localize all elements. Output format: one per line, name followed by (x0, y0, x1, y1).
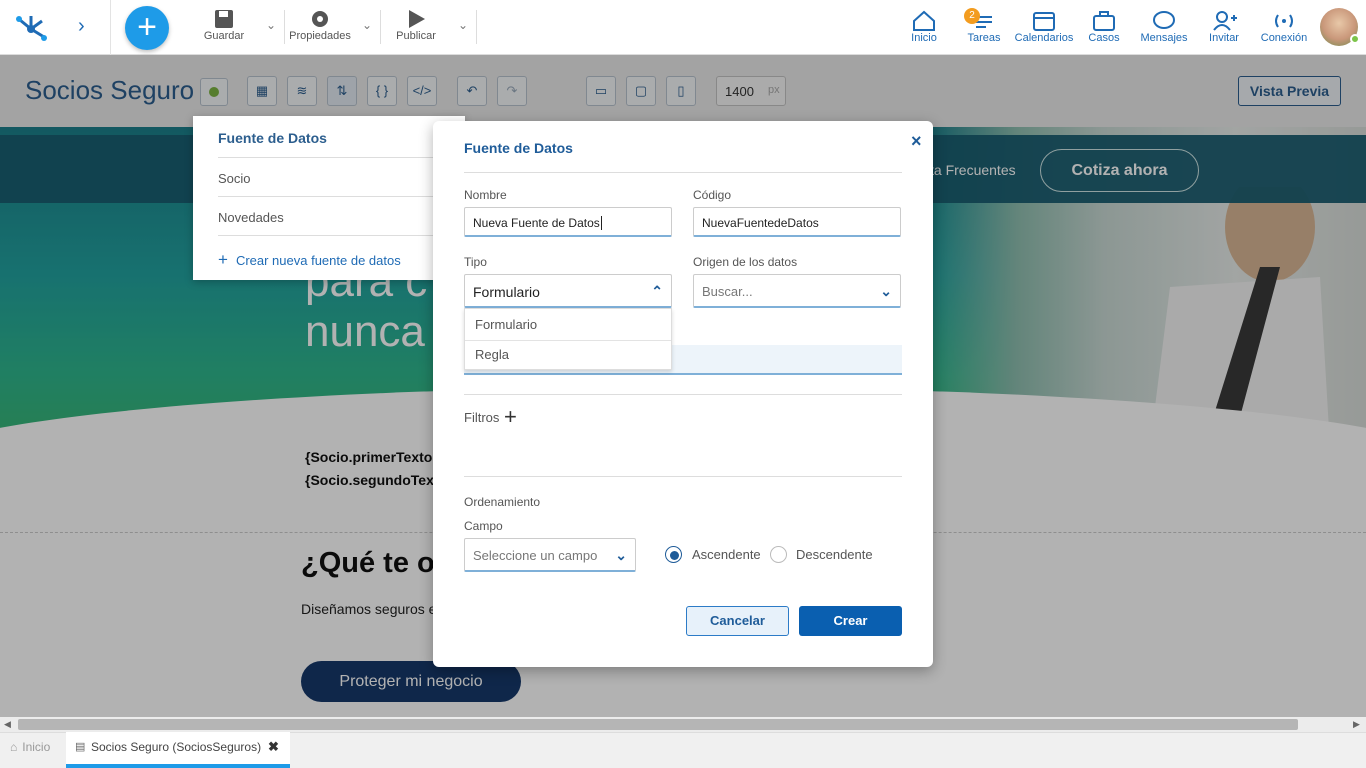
add-button[interactable]: + (125, 6, 169, 50)
type-option-regla[interactable]: Regla (475, 347, 509, 362)
toolbar-divider (380, 10, 381, 44)
type-label: Tipo (464, 255, 487, 269)
save-icon (215, 10, 233, 28)
plus-icon: + (218, 250, 228, 269)
app-logo-icon[interactable] (14, 12, 48, 42)
briefcase-icon (1093, 11, 1115, 31)
tab-home-label: Inicio (22, 740, 51, 754)
create-datasource-link[interactable]: + Crear nueva fuente de datos (218, 250, 401, 270)
ascending-radio[interactable] (665, 546, 682, 563)
tab-home[interactable]: ⌂ Inicio (10, 740, 50, 754)
name-field[interactable]: Nueva Fuente de Datos (464, 207, 672, 237)
datasource-menu-title: Fuente de Datos (218, 130, 327, 146)
type-option-formulario[interactable]: Formulario (475, 317, 537, 332)
toolbar-divider (284, 10, 285, 44)
publish-dropdown-chevron-icon[interactable]: ⌄ (458, 18, 468, 32)
nav-home[interactable]: Inicio (906, 10, 942, 46)
nav-messages-label: Mensajes (1140, 32, 1188, 44)
code-label: Código (693, 188, 732, 202)
nav-connection-label: Conexión (1260, 32, 1308, 44)
menu-divider (218, 235, 465, 236)
logo-area: › (0, 0, 111, 55)
save-label: Guardar (203, 30, 245, 42)
ascending-label: Ascendente (692, 547, 761, 562)
origin-select[interactable]: Buscar... ⌄ (693, 274, 901, 308)
code-field[interactable]: NuevaFuentedeDatos (693, 207, 901, 237)
type-select[interactable]: Formulario ⌃ (464, 274, 672, 308)
nav-cases-label: Casos (1088, 32, 1120, 44)
home-icon (913, 10, 935, 31)
nav-connection[interactable]: Conexión (1258, 10, 1310, 46)
close-tab-icon[interactable]: ✖ (268, 739, 279, 755)
datasource-item-socio[interactable]: Socio (218, 171, 251, 186)
nav-cases[interactable]: Casos (1086, 10, 1122, 46)
code-value: NuevaFuentedeDatos (702, 216, 819, 230)
add-filter-plus-icon[interactable]: + (504, 404, 517, 430)
nav-calendars[interactable]: Calendarios (1014, 10, 1074, 46)
nav-messages[interactable]: Mensajes (1138, 10, 1190, 46)
chevron-down-icon: ⌄ (880, 283, 892, 299)
properties-button[interactable]: Propiedades (288, 8, 352, 48)
broadcast-icon (1275, 14, 1293, 28)
section-divider (464, 476, 902, 477)
tab-socios-seguro-label: Socios Seguro (SociosSeguros) (91, 740, 262, 754)
type-dropdown: Formulario Regla (464, 308, 672, 370)
scroll-left-icon[interactable]: ◀ (4, 719, 11, 730)
scrollbar-thumb[interactable] (18, 719, 1298, 730)
type-value: Formulario (473, 284, 540, 300)
save-dropdown-chevron-icon[interactable]: ⌄ (266, 18, 276, 32)
datasource-item-novedades[interactable]: Novedades (218, 210, 284, 225)
descending-radio[interactable] (770, 546, 787, 563)
publish-label: Publicar (396, 30, 436, 42)
datasource-menu: Fuente de Datos Socio Novedades + Crear n… (193, 116, 465, 280)
gear-icon (312, 11, 328, 27)
toolbar-divider (476, 10, 477, 44)
menu-divider (218, 157, 465, 158)
add-user-icon (1213, 11, 1237, 31)
option-divider (465, 340, 671, 341)
properties-label: Propiedades (289, 30, 351, 42)
name-label: Nombre (464, 188, 507, 202)
nav-home-label: Inicio (911, 32, 937, 44)
origin-placeholder: Buscar... (702, 284, 753, 299)
datasource-dialog: Fuente de Datos × Nombre Nueva Fuente de… (433, 121, 933, 667)
text-cursor (600, 216, 602, 230)
tasks-badge: 2 (964, 8, 980, 24)
close-icon[interactable]: × (911, 131, 922, 152)
calendar-icon (1033, 12, 1055, 31)
menu-divider (218, 196, 465, 197)
online-status-dot (1350, 34, 1360, 44)
home-icon: ⌂ (10, 740, 18, 754)
filters-label: Filtros (464, 410, 500, 425)
nav-tasks-label: Tareas (967, 32, 1001, 44)
save-button[interactable]: Guardar (202, 8, 246, 48)
publish-button[interactable]: Publicar (394, 8, 438, 48)
properties-dropdown-chevron-icon[interactable]: ⌄ (362, 18, 372, 32)
sort-field-placeholder: Seleccione un campo (473, 548, 598, 563)
field-label: Campo (464, 519, 503, 533)
nav-calendars-label: Calendarios (1014, 32, 1074, 44)
dialog-title: Fuente de Datos (464, 140, 573, 156)
ordering-label: Ordenamiento (464, 495, 541, 509)
cancel-button[interactable]: Cancelar (686, 606, 789, 636)
origin-label: Origen de los datos (693, 255, 798, 269)
page-icon: ▤ (75, 741, 86, 753)
nav-invite-label: Invitar (1209, 32, 1239, 44)
expand-chevron-icon[interactable]: › (78, 15, 85, 38)
sort-field-select[interactable]: Seleccione un campo ⌄ (464, 538, 636, 572)
nav-invite[interactable]: Invitar (1206, 10, 1242, 46)
title-divider (464, 172, 902, 173)
create-datasource-label: Crear nueva fuente de datos (235, 253, 401, 268)
section-divider (464, 394, 902, 395)
descending-label: Descendente (796, 547, 873, 562)
chevron-down-icon: ⌄ (615, 547, 627, 563)
create-button[interactable]: Crear (799, 606, 902, 636)
scroll-right-icon[interactable]: ▶ (1353, 719, 1360, 730)
chevron-up-icon: ⌃ (651, 283, 663, 299)
name-value: Nueva Fuente de Datos (473, 216, 600, 230)
chat-bubble-icon (1153, 11, 1175, 29)
play-icon (409, 10, 425, 28)
